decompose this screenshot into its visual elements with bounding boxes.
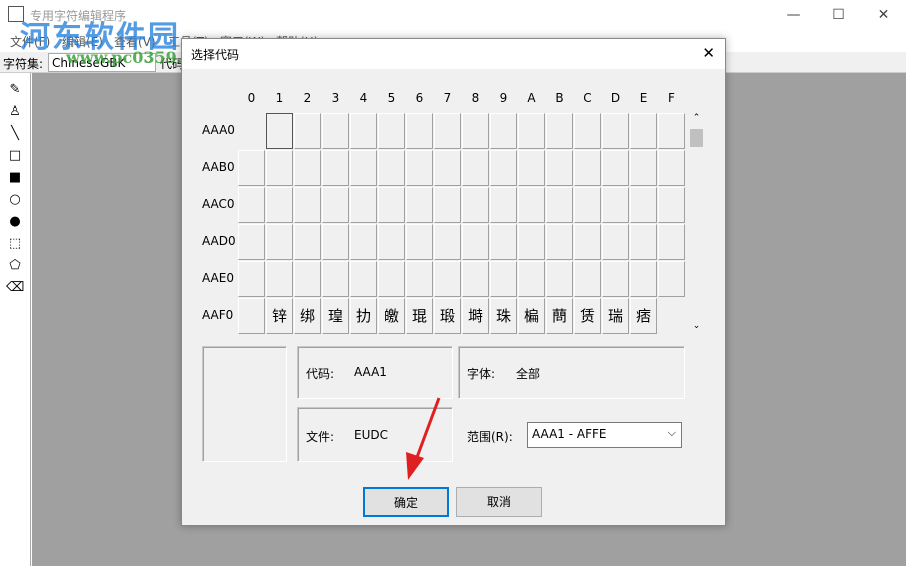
arrow-head [406,452,424,480]
arrow-shaft [414,397,441,461]
annotation-arrow [406,397,441,480]
